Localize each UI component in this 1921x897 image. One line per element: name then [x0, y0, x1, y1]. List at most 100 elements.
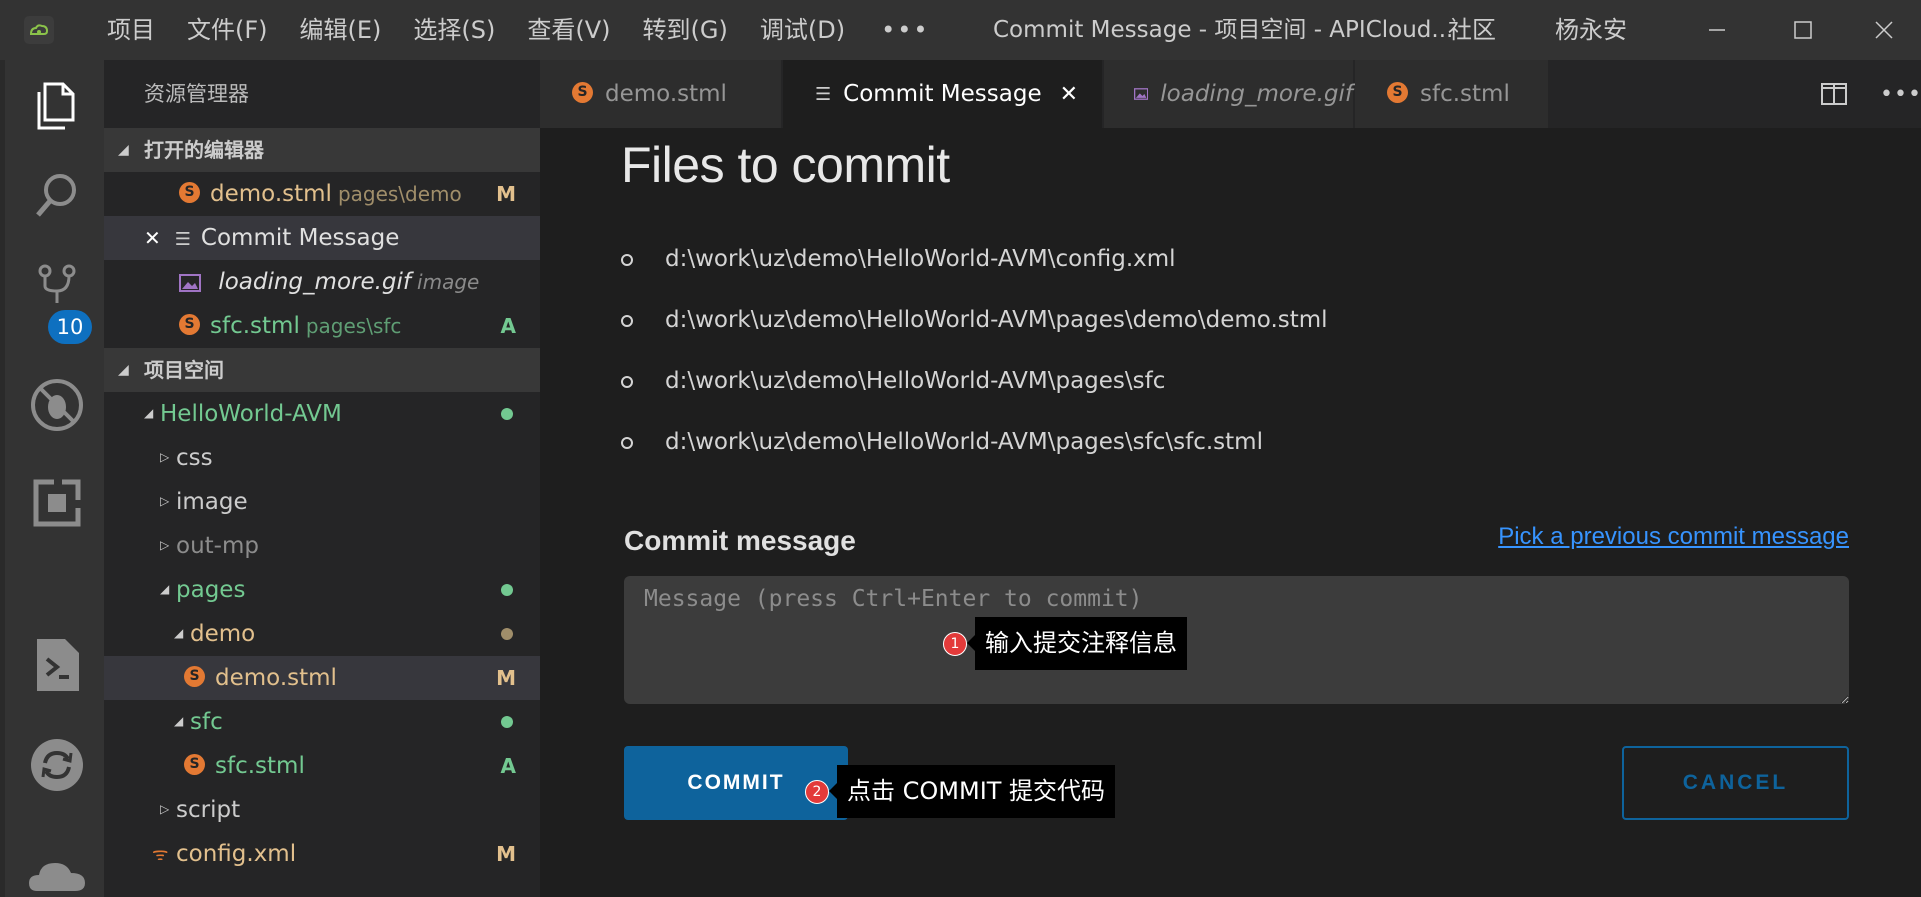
open-editor-loading-gif[interactable]: loading_more.gif image: [104, 260, 540, 304]
more-actions-button[interactable]: •••: [1880, 60, 1921, 128]
community-link[interactable]: 社区: [1448, 0, 1496, 60]
tree-file-sfc-stml[interactable]: Ssfc.stml A: [104, 744, 540, 788]
status-modified: M: [496, 842, 516, 866]
tree-file-config[interactable]: ᯤ config.xml M: [104, 832, 540, 876]
status-added: A: [500, 754, 516, 778]
open-editor-sfc[interactable]: Ssfc.stml pages\sfc A: [104, 304, 540, 348]
file-desc: pages\sfc: [305, 314, 402, 338]
close-editor-icon[interactable]: ✕: [144, 226, 161, 250]
sidebar-title: 资源管理器: [144, 82, 249, 106]
list-item: d:\work\uz\demo\HelloWorld-AVM\pages\sfc: [621, 361, 1328, 422]
tree-folder-sfc[interactable]: ◢ sfc: [104, 700, 540, 744]
cloud-button[interactable]: [5, 830, 109, 897]
list-item: d:\work\uz\demo\HelloWorld-AVM\pages\sfc…: [621, 422, 1328, 483]
open-editors-title: 打开的编辑器: [144, 138, 264, 162]
search-button[interactable]: [5, 150, 109, 240]
terminal-button[interactable]: [5, 620, 109, 710]
collapsed-arrow-icon: ▷: [160, 801, 170, 816]
tab-demo-stml[interactable]: S demo.stml: [540, 60, 782, 128]
commit-message-label: Commit message: [624, 525, 856, 556]
open-editor-commit-message[interactable]: ✕ ☰ Commit Message: [104, 216, 540, 260]
menu-more[interactable]: •••: [861, 0, 949, 60]
folder-name: sfc: [190, 709, 223, 735]
file-list: d:\work\uz\demo\HelloWorld-AVM\config.xm…: [621, 239, 1328, 483]
menu-file[interactable]: 文件(F): [171, 0, 284, 60]
status-dot: [501, 408, 513, 420]
cancel-button[interactable]: CANCEL: [1622, 746, 1849, 820]
tree-folder-script[interactable]: ▷ script: [104, 788, 540, 832]
folder-name: script: [176, 797, 241, 823]
open-editors-header[interactable]: ◢ 打开的编辑器: [104, 128, 540, 172]
expanded-arrow-icon: ◢: [160, 581, 170, 596]
tree-folder-demo[interactable]: ◢ demo: [104, 612, 540, 656]
commit-message-input[interactable]: [624, 576, 1849, 704]
status-added: A: [500, 314, 516, 338]
list-item: d:\work\uz\demo\HelloWorld-AVM\config.xm…: [621, 239, 1328, 300]
callout-2: 2 点击 COMMIT 提交代码: [805, 765, 1116, 818]
menu-goto[interactable]: 转到(G): [627, 0, 744, 60]
menu-project[interactable]: 项目: [91, 0, 171, 60]
activity-bar: 10: [0, 60, 104, 897]
callout-1: 1 输入提交注释信息: [943, 617, 1187, 670]
close-tab-icon[interactable]: ✕: [1060, 82, 1078, 107]
folder-name: HelloWorld-AVM: [160, 401, 342, 427]
maximize-button[interactable]: [1760, 0, 1846, 60]
expanded-arrow-icon: ◢: [174, 625, 184, 640]
stml-file-icon: S: [179, 182, 200, 203]
stml-file-icon: S: [184, 754, 205, 775]
folder-name: demo: [190, 621, 256, 647]
collapsed-arrow-icon: ▷: [160, 449, 170, 464]
editor-tab-bar: S demo.stml ☰ Commit Message ✕ loading_m…: [540, 60, 1921, 128]
user-name[interactable]: 杨永安: [1555, 0, 1627, 60]
status-dot: [501, 716, 513, 728]
tree-folder-out-mp[interactable]: ▷ out-mp: [104, 524, 540, 568]
tab-loading-gif[interactable]: loading_more.gif: [1104, 60, 1354, 128]
terminal-icon: [37, 639, 79, 691]
minimize-button[interactable]: [1674, 0, 1760, 60]
tab-label: demo.stml: [605, 81, 727, 107]
tree-folder-pages[interactable]: ◢ pages: [104, 568, 540, 612]
file-name: sfc.stml: [210, 313, 300, 339]
tab-label: Commit Message: [843, 81, 1042, 107]
commit-message-editor: Files to commit d:\work\uz\demo\HelloWor…: [540, 128, 1921, 897]
file-name: demo.stml: [215, 665, 337, 691]
folder-name: pages: [176, 577, 246, 603]
tab-sfc-stml[interactable]: S sfc.stml: [1355, 60, 1549, 128]
extensions-icon: [33, 478, 82, 527]
close-icon: [1874, 21, 1893, 39]
tree-folder-css[interactable]: ▷ css: [104, 436, 540, 480]
open-editor-demo[interactable]: Sdemo.stml pages\demo M: [104, 172, 540, 216]
sync-button[interactable]: [5, 720, 109, 810]
debug-button[interactable]: [5, 360, 109, 450]
file-name: loading_more.gif: [218, 269, 412, 295]
workspace-header[interactable]: ◢ 项目空间: [104, 348, 540, 392]
status-modified: M: [496, 182, 516, 206]
minimize-icon: [1709, 29, 1725, 31]
menu-debug[interactable]: 调试(D): [744, 0, 861, 60]
extensions-button[interactable]: [5, 458, 109, 548]
debug-icon: [31, 379, 83, 431]
status-dot: [501, 628, 513, 640]
tree-root[interactable]: ◢ HelloWorld-AVM: [104, 392, 540, 436]
workspace-title: 项目空间: [144, 358, 224, 382]
callout-number: 2: [805, 779, 829, 804]
file-desc: image: [417, 270, 480, 294]
status-dot: [501, 584, 513, 596]
folder-name: image: [176, 489, 248, 515]
menu-view[interactable]: 查看(V): [511, 0, 626, 60]
explorer-button[interactable]: [5, 60, 109, 150]
close-window-button[interactable]: [1846, 0, 1921, 60]
menu-selection[interactable]: 选择(S): [397, 0, 511, 60]
tree-file-demo-stml[interactable]: Sdemo.stml M: [104, 656, 540, 700]
stml-file-icon: S: [572, 81, 593, 103]
collapsed-arrow-icon: ▷: [160, 537, 170, 552]
previous-message-link[interactable]: Pick a previous commit message: [1498, 523, 1849, 551]
collapse-arrow-icon: ◢: [118, 362, 129, 378]
split-editor-button[interactable]: [1820, 60, 1848, 128]
files-heading: Files to commit: [621, 137, 950, 193]
search-icon: [36, 174, 76, 217]
menu-edit[interactable]: 编辑(E): [284, 0, 398, 60]
collapsed-arrow-icon: ▷: [160, 493, 170, 508]
tab-commit-message[interactable]: ☰ Commit Message ✕: [783, 60, 1103, 128]
tree-folder-image[interactable]: ▷ image: [104, 480, 540, 524]
